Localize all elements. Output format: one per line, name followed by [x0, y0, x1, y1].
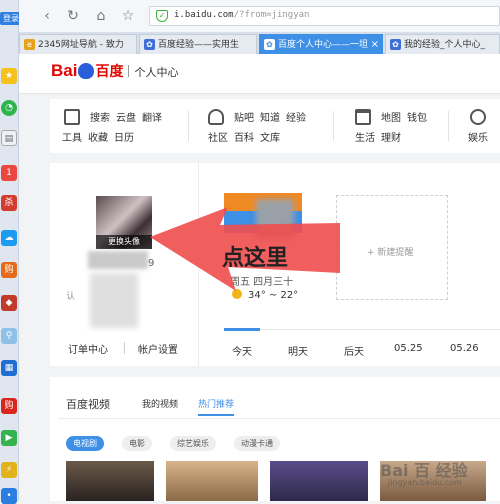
- browser-toolbar: ‹ ↻ ⌂ ☆ ✓ i.baidu.com/?from=jingyan: [19, 0, 500, 32]
- chat-icon[interactable]: ☁: [1, 230, 17, 246]
- calendar-icon[interactable]: 1: [1, 165, 17, 181]
- tab-my-experience[interactable]: ✿ 我的经验_个人中心_: [385, 34, 500, 54]
- day-tab-tomorrow[interactable]: 明天: [288, 343, 308, 358]
- baidu-logo[interactable]: Bai 百度 个人中心: [51, 61, 178, 87]
- page-title: 个人中心: [134, 66, 179, 79]
- baidu-paw-icon: ✿: [264, 39, 275, 50]
- service-tieba[interactable]: 贴吧: [234, 113, 254, 124]
- logo-text-du: 百度: [95, 64, 124, 80]
- baidu-paw-icon: ✿: [144, 39, 155, 50]
- service-wallet[interactable]: 钱包: [407, 113, 427, 124]
- address-bar[interactable]: ✓ i.baidu.com/?from=jingyan: [149, 6, 500, 26]
- favorite-star-icon[interactable]: ☆: [119, 7, 137, 25]
- tab-strip: e 2345网址导航 - 致力 ✿ 百度经验——实用生 ✿ 百度个人中心——一坦…: [19, 32, 500, 54]
- annotation-callout: 点这里: [222, 246, 289, 271]
- more-icon[interactable]: •: [1, 488, 17, 504]
- baidu-paw-icon: [78, 63, 95, 79]
- page-header: Bai 百度 个人中心: [19, 54, 500, 94]
- close-tab-icon[interactable]: ×: [371, 35, 379, 54]
- store-icon[interactable]: 购: [1, 398, 17, 414]
- tab-label: 百度经验——实用生: [158, 40, 240, 50]
- back-icon[interactable]: ‹: [38, 7, 56, 25]
- video-thumbnail[interactable]: [166, 461, 258, 501]
- chip-variety[interactable]: 综艺娱乐: [170, 436, 216, 451]
- secure-shield-icon: ✓: [156, 10, 168, 22]
- service-life[interactable]: 生活: [355, 133, 375, 144]
- clock-icon[interactable]: ◔: [1, 100, 17, 116]
- service-tools[interactable]: 工具: [62, 133, 82, 144]
- service-translate[interactable]: 翻译: [142, 113, 162, 124]
- grid-icon: [64, 109, 80, 125]
- document-icon[interactable]: ▤: [1, 130, 17, 146]
- search-person-icon[interactable]: ⚲: [1, 328, 17, 344]
- service-favorites[interactable]: 收藏: [88, 133, 108, 144]
- baidu-paw-icon: ✿: [390, 39, 401, 50]
- video-icon[interactable]: ▦: [1, 360, 17, 376]
- tab-2345[interactable]: e 2345网址导航 - 致力: [19, 34, 137, 54]
- verify-label: 认: [66, 292, 76, 302]
- order-center-link[interactable]: 订单中心: [68, 341, 108, 356]
- tab-label: 百度个人中心——一坦: [278, 40, 369, 50]
- service-wenku[interactable]: 文库: [260, 133, 280, 144]
- star-icon[interactable]: ★: [1, 68, 17, 84]
- new-reminder-label: + 新建提醒: [367, 248, 414, 258]
- service-community[interactable]: 社区: [208, 133, 228, 144]
- home-icon[interactable]: ⌂: [92, 7, 110, 25]
- day-tab-today[interactable]: 今天: [232, 343, 252, 358]
- info-blurred: [90, 273, 138, 328]
- address-url: i.baidu.com/?from=jingyan: [174, 10, 310, 20]
- new-reminder-box[interactable]: + 新建提醒: [336, 195, 448, 300]
- logo-text-bai: Bai: [51, 61, 78, 80]
- game-icon[interactable]: ◆: [1, 295, 17, 311]
- day-tabs: 今天 明天 后天 05.25 05.26: [224, 328, 500, 366]
- service-calendar[interactable]: 日历: [114, 133, 134, 144]
- chip-movie[interactable]: 电影: [122, 436, 152, 451]
- video-title: 百度视频: [66, 398, 110, 411]
- service-map[interactable]: 地图: [381, 113, 401, 124]
- service-entertainment[interactable]: 娱乐: [468, 133, 488, 144]
- service-search[interactable]: 搜索: [90, 113, 110, 124]
- active-day-indicator: [224, 328, 260, 331]
- entertainment-icon: [470, 109, 486, 125]
- service-jingyan[interactable]: 经验: [286, 113, 306, 124]
- shop-icon[interactable]: 购: [1, 262, 17, 278]
- video-panel: 百度视频 我的视频 热门推荐 电视剧 电影 综艺娱乐 动漫卡通 Bai 百 经验…: [50, 377, 500, 501]
- video-thumbnail[interactable]: [66, 461, 154, 501]
- service-zhidao[interactable]: 知道: [260, 113, 280, 124]
- services-panel: 搜索 云盘 翻译 工具 收藏 日历 贴吧 知道 经验 社区 百科 文库 地图 钱包 生活 理财 娱乐: [50, 99, 500, 153]
- service-baike[interactable]: 百科: [234, 133, 254, 144]
- service-finance[interactable]: 理财: [381, 133, 401, 144]
- tab-jingyan[interactable]: ✿ 百度经验——实用生: [139, 34, 257, 54]
- day-tab-0526[interactable]: 05.26: [450, 343, 479, 354]
- refresh-icon[interactable]: ↻: [64, 7, 82, 25]
- chip-tv-series[interactable]: 电视剧: [66, 436, 104, 451]
- change-avatar-button[interactable]: 更换头像: [96, 235, 152, 249]
- watermark-url: jingyan.baidu.com: [388, 478, 462, 487]
- tab-my-videos[interactable]: 我的视频: [142, 397, 178, 410]
- day-tab-after-tomorrow[interactable]: 后天: [344, 343, 364, 358]
- side-dock: 登录 ★ ◔ ▤ 1 杀 ☁ 购 ◆ ⚲ ▦ 购 ▶ ⚡ •: [0, 0, 22, 504]
- tab-personal-center[interactable]: ✿ 百度个人中心——一坦 ×: [259, 34, 383, 54]
- day-tab-0525[interactable]: 05.25: [394, 343, 423, 354]
- video-thumbnail[interactable]: [270, 461, 368, 501]
- tab-label: 我的经验_个人中心_: [404, 40, 486, 50]
- avatar[interactable]: 更换头像: [96, 196, 152, 249]
- shop-icon: [355, 109, 371, 125]
- chip-anime[interactable]: 动漫卡通: [234, 436, 280, 451]
- app-icon-red[interactable]: 杀: [1, 195, 17, 211]
- tab-hot-recommend[interactable]: 热门推荐: [198, 397, 235, 416]
- person-icon: [208, 109, 224, 125]
- play-icon[interactable]: ▶: [1, 430, 17, 446]
- lightning-icon[interactable]: ⚡: [1, 462, 17, 478]
- username-blurred: [88, 251, 148, 269]
- service-cloud[interactable]: 云盘: [116, 113, 136, 124]
- tab-label: 2345网址导航 - 致力: [38, 40, 124, 50]
- account-settings-link[interactable]: 帐户设置: [138, 341, 178, 356]
- tab-favicon: e: [24, 39, 35, 50]
